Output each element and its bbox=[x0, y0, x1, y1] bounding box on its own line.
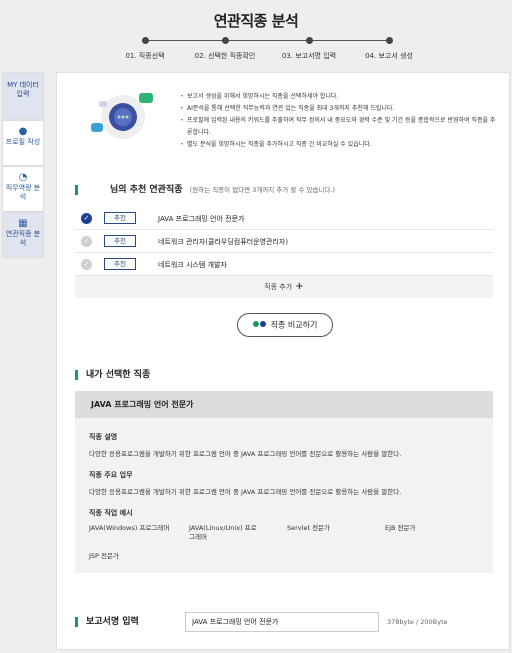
sidebar-item-label: MY 데이터 입력 bbox=[7, 81, 39, 98]
example-grid: JAVA(Windows) 프로그래머 JAVA(Linux/Unix) 프로그… bbox=[89, 524, 479, 572]
example-label: 직종 직업 예시 bbox=[89, 509, 133, 517]
intro-bullet: 별도 분석을 희망하시는 직종을 추가하시고 직종 간 비교하실 수 있습니다. bbox=[179, 139, 499, 151]
step-label-3: 03. 보고서명 입력 bbox=[281, 52, 337, 60]
step-label-4: 04. 보고서 생성 bbox=[365, 52, 413, 60]
selected-job-details: 직종 설명 다양한 응용프로그램을 개발하기 위한 프로그램 언어 중 JAVA… bbox=[75, 418, 493, 582]
pie-chart-icon: ◔ bbox=[18, 172, 28, 183]
add-job-button[interactable]: 직종 추가 + bbox=[75, 276, 493, 298]
sidebar-item-label: 프로필 작성 bbox=[5, 138, 41, 146]
recommend-subtitle: (원하는 직종이 없다면 3개까지 추가 할 수 있습니다.) bbox=[189, 186, 335, 194]
selected-section-title: 내가 선택한 직종 bbox=[75, 370, 150, 380]
ai-analysis-illustration bbox=[91, 93, 153, 139]
desc-label: 직종 설명 bbox=[89, 433, 118, 441]
page-title: 연관직종 분석 bbox=[213, 12, 299, 30]
list-item[interactable]: ✓ 추천 네트워크 시스템 개발자 bbox=[75, 253, 493, 276]
recommend-tag: 추천 bbox=[104, 212, 136, 224]
job-name: 네트워크 시스템 개발자 bbox=[158, 261, 227, 269]
job-name: 네트워크 관리자(클라우딩컴퓨터운영관리자) bbox=[158, 238, 289, 246]
report-name-row: 보고서명 입력 378byte / 200Byte bbox=[75, 611, 505, 635]
compare-icon bbox=[252, 314, 267, 336]
selected-job-name: JAVA 프로그래밍 언어 전문가 bbox=[75, 391, 493, 418]
step-dot-3 bbox=[306, 37, 313, 44]
job-name: JAVA 프로그래밍 언어 전문가 bbox=[158, 215, 245, 223]
intro-bullet: 프로필에 입력된 내용의 키워드를 추출하여 직무 정의서 내 중요도와 경력 … bbox=[179, 115, 499, 139]
check-icon[interactable]: ✓ bbox=[81, 259, 92, 270]
check-icon[interactable]: ✓ bbox=[81, 213, 92, 224]
recommend-title: 님의 추천 연관직종 bbox=[110, 185, 183, 195]
compare-label: 직종 비교하기 bbox=[270, 320, 318, 330]
step-progress: 01. 직종선택 02. 선택한 직종확인 03. 보고서명 입력 04. 보고… bbox=[118, 34, 413, 64]
desc-text: 다양한 응용프로그램을 개발하기 위한 프로그램 언어 중 JAVA 프로그래밍… bbox=[89, 450, 402, 458]
recommend-tag: 추천 bbox=[104, 235, 136, 247]
intro-bullet: AI분석을 통해 선택한 직무능력과 연관 있는 직종을 최대 3개까지 추천해… bbox=[179, 103, 499, 115]
intro-bullet: 보고서 생성을 위해서 희망하시는 직종을 선택하세야 합니다. bbox=[179, 91, 499, 103]
sidebar-item-related-jobs[interactable]: ▦ 연관직종 분석 bbox=[2, 212, 44, 258]
step-label-1: 01. 직종선택 bbox=[125, 52, 165, 60]
byte-counter: 378byte / 200Byte bbox=[387, 618, 448, 626]
check-icon[interactable]: ✓ bbox=[81, 236, 92, 247]
example-item: JAVA(Linux/Unix) 프로그래머 bbox=[189, 524, 257, 541]
example-item: JSP 전문가 bbox=[89, 552, 119, 560]
recommend-list: ✓ 추천 JAVA 프로그래밍 언어 전문가 ✓ 추천 네트워크 관리자(클라우… bbox=[75, 207, 493, 298]
main-panel: 보고서 생성을 위해서 희망하시는 직종을 선택하세야 합니다. AI분석을 통… bbox=[56, 72, 510, 650]
example-item: Servlet 전문가 bbox=[287, 524, 331, 532]
sidebar-item-label: 연관직종 분석 bbox=[5, 230, 41, 247]
example-item: EJB 전문가 bbox=[385, 524, 416, 532]
report-title: 보고서명 입력 bbox=[75, 617, 139, 627]
report-name-input[interactable] bbox=[185, 612, 379, 632]
duty-label: 직종 주요 업무 bbox=[89, 471, 133, 479]
person-icon: ● bbox=[18, 126, 28, 137]
sidebar-item-competency[interactable]: ◔ 직무역량 분석 bbox=[2, 166, 44, 212]
duty-text: 다양한 응용프로그램을 개발하기 위한 프로그램 언어 중 JAVA 프로그래밍… bbox=[89, 488, 402, 496]
list-item[interactable]: ✓ 추천 네트워크 관리자(클라우딩컴퓨터운영관리자) bbox=[75, 230, 493, 253]
add-job-label: 직종 추가 bbox=[264, 283, 293, 291]
step-line bbox=[142, 40, 390, 41]
step-dot-4 bbox=[386, 37, 393, 44]
selected-job-panel: JAVA 프로그래밍 언어 전문가 직종 설명 다양한 응용프로그램을 개발하기… bbox=[75, 391, 493, 573]
list-item[interactable]: ✓ 추천 JAVA 프로그래밍 언어 전문가 bbox=[75, 207, 493, 230]
recommend-section-title: 님의 추천 연관직종 (원하는 직종이 없다면 3개까지 추가 할 수 있습니다… bbox=[75, 185, 335, 195]
grid-icon: ▦ bbox=[18, 218, 28, 229]
step-label-2: 02. 선택한 직종확인 bbox=[194, 52, 256, 60]
intro-box: 보고서 생성을 위해서 희망하시는 직종을 선택하세야 합니다. AI분석을 통… bbox=[75, 81, 495, 161]
sidebar-item-profile[interactable]: ● 프로필 작성 bbox=[2, 120, 44, 166]
intro-bullets: 보고서 생성을 위해서 희망하시는 직종을 선택하세야 합니다. AI분석을 통… bbox=[179, 91, 499, 151]
step-dot-1 bbox=[142, 37, 149, 44]
example-item: JAVA(Windows) 프로그래머 bbox=[89, 524, 170, 532]
compare-jobs-button[interactable]: 직종 비교하기 bbox=[237, 313, 333, 337]
plus-icon: + bbox=[295, 281, 304, 292]
sidebar-item-my-data[interactable]: MY 데이터 입력 bbox=[2, 72, 44, 120]
sidebar-item-label: 직무역량 분석 bbox=[5, 184, 41, 201]
step-dot-2 bbox=[222, 37, 229, 44]
recommend-tag: 추천 bbox=[104, 258, 136, 270]
sidebar: MY 데이터 입력 ● 프로필 작성 ◔ 직무역량 분석 ▦ 연관직종 분석 bbox=[2, 72, 44, 258]
